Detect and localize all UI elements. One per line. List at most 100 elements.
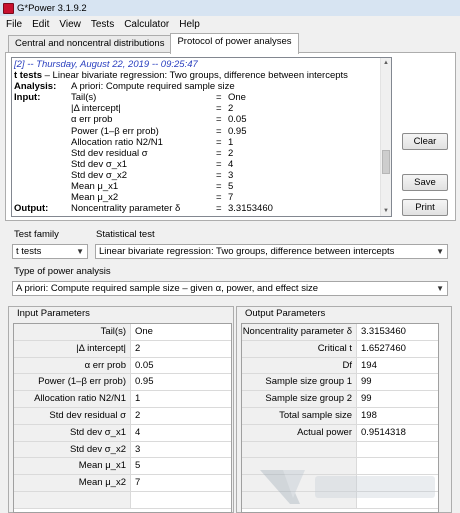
title-bar: G*Power 3.1.9.2 bbox=[0, 0, 460, 16]
param-value[interactable]: 0.9514318 bbox=[357, 425, 437, 441]
protocol-row: Allocation ratio N2/N1 = 1 bbox=[14, 137, 380, 148]
param-label: Tail(s) bbox=[14, 324, 131, 340]
power-analysis-label: Type of power analysis bbox=[14, 266, 111, 277]
table-row bbox=[14, 491, 231, 509]
protocol-param-name: α err prob bbox=[71, 114, 113, 126]
param-value[interactable]: 0.95 bbox=[131, 374, 231, 390]
table-row: Mean μ_x2 7 bbox=[14, 475, 231, 492]
statistical-test-select[interactable]: Linear bivariate regression: Two groups,… bbox=[95, 244, 448, 259]
protocol-analysis-value: A priori: Compute required sample size bbox=[71, 81, 235, 93]
protocol-param-value: 3.3153460 bbox=[228, 203, 273, 215]
param-value[interactable]: 7 bbox=[131, 475, 231, 491]
param-label: Sample size group 1 bbox=[242, 374, 357, 391]
scroll-thumb[interactable] bbox=[382, 150, 390, 174]
param-value[interactable]: One bbox=[131, 324, 231, 340]
param-value[interactable]: 0.05 bbox=[131, 358, 231, 374]
window-title: G*Power 3.1.9.2 bbox=[17, 2, 87, 14]
param-label: Sample size group 2 bbox=[242, 391, 357, 407]
chevron-down-icon: ▼ bbox=[436, 284, 444, 293]
table-row: Sample size group 1 99 bbox=[242, 374, 438, 392]
param-value[interactable]: 1 bbox=[131, 391, 231, 407]
param-value bbox=[131, 492, 231, 508]
table-row: Tail(s) One bbox=[14, 324, 231, 341]
protocol-section-label bbox=[14, 192, 71, 203]
param-value[interactable]: 99 bbox=[357, 374, 437, 390]
param-value[interactable]: 2 bbox=[131, 341, 231, 357]
protocol-row: |Δ intercept| = 2 bbox=[14, 103, 380, 114]
param-label bbox=[242, 441, 357, 458]
clear-button[interactable]: Clear bbox=[402, 133, 448, 150]
protocol-param-name: Noncentrality parameter δ bbox=[71, 203, 181, 215]
tab-central-noncentral-distributions[interactable]: Central and noncentral distributions bbox=[8, 35, 172, 53]
table-row bbox=[242, 491, 438, 509]
param-label bbox=[14, 491, 131, 508]
param-label: Critical t bbox=[242, 340, 357, 357]
table-row: Noncentrality parameter δ 3.3153460 bbox=[242, 324, 438, 341]
param-label: Std dev residual σ bbox=[14, 407, 131, 424]
output-parameters-title: Output Parameters bbox=[245, 308, 326, 319]
input-parameters-title: Input Parameters bbox=[17, 308, 90, 319]
menu-view[interactable]: View bbox=[54, 19, 86, 30]
table-row bbox=[242, 441, 438, 459]
output-parameters-group: Output Parameters Noncentrality paramete… bbox=[236, 306, 452, 513]
param-label: Std dev σ_x1 bbox=[14, 424, 131, 441]
protocol-param-value: 1 bbox=[228, 136, 234, 148]
menu-edit[interactable]: Edit bbox=[27, 19, 54, 30]
table-row: Std dev σ_x1 4 bbox=[14, 424, 231, 442]
protocol-row: Std dev σ_x1 = 4 bbox=[14, 159, 380, 170]
menu-file[interactable]: File bbox=[0, 19, 27, 30]
protocol-row: Input: Tail(s) = One bbox=[14, 92, 380, 103]
table-row: |Δ intercept| 2 bbox=[14, 340, 231, 358]
param-label: Std dev σ_x2 bbox=[14, 441, 131, 458]
input-parameters-table: Tail(s) One |Δ intercept| 2 α err prob 0.05 Po… bbox=[13, 323, 232, 513]
param-label bbox=[242, 491, 357, 508]
table-row: Critical t 1.6527460 bbox=[242, 340, 438, 358]
protocol-param-value: 2 bbox=[228, 147, 234, 159]
protocol-param-value: 5 bbox=[228, 181, 234, 193]
protocol-analysis-label: Analysis: bbox=[14, 81, 57, 93]
power-analysis-value: A priori: Compute required sample size –… bbox=[16, 283, 319, 294]
protocol-param-name: Std dev σ_x2 bbox=[71, 169, 128, 181]
menu-help[interactable]: Help bbox=[174, 19, 205, 30]
param-value[interactable]: 99 bbox=[357, 391, 437, 407]
param-label bbox=[242, 458, 357, 475]
protocol-text-area[interactable]: [2] -- Thursday, August 22, 2019 -- 09:2… bbox=[11, 57, 392, 217]
chevron-down-icon: ▼ bbox=[436, 247, 444, 256]
print-button[interactable]: Print bbox=[402, 199, 448, 216]
protocol-param-value: 3 bbox=[228, 169, 234, 181]
protocol-equals-sign: = bbox=[216, 125, 222, 137]
param-value[interactable]: 4 bbox=[131, 425, 231, 441]
tab-protocol-of-power-analyses[interactable]: Protocol of power analyses bbox=[170, 33, 299, 54]
param-value[interactable]: 5 bbox=[131, 458, 231, 474]
protocol-header: [2] -- Thursday, August 22, 2019 -- 09:2… bbox=[14, 59, 198, 70]
scroll-down-arrow-icon[interactable]: ▼ bbox=[381, 206, 391, 216]
scroll-up-arrow-icon[interactable]: ▲ bbox=[381, 58, 391, 68]
param-value[interactable]: 1.6527460 bbox=[357, 341, 437, 357]
menu-calculator[interactable]: Calculator bbox=[119, 19, 174, 30]
param-value[interactable]: 3 bbox=[131, 442, 231, 458]
param-value[interactable]: 3.3153460 bbox=[357, 324, 437, 340]
protocol-scrollbar[interactable]: ▲ ▼ bbox=[380, 58, 391, 216]
input-parameters-group: Input Parameters Tail(s) One |Δ intercept|… bbox=[8, 306, 234, 513]
table-row: Power (1–β err prob) 0.95 bbox=[14, 374, 231, 392]
protocol-section-label bbox=[14, 114, 71, 125]
protocol-rows: Input: Tail(s) = One |Δ intercept| = 2 α err pr… bbox=[14, 92, 380, 214]
power-analysis-select[interactable]: A priori: Compute required sample size –… bbox=[12, 281, 448, 296]
protocol-section-label bbox=[14, 170, 71, 181]
protocol-section-label bbox=[14, 126, 71, 137]
output-parameters-table: Noncentrality parameter δ 3.3153460 Critic… bbox=[241, 323, 439, 513]
protocol-param-value: 0.95 bbox=[228, 125, 247, 137]
param-value[interactable]: 2 bbox=[131, 408, 231, 424]
param-value[interactable]: 198 bbox=[357, 408, 437, 424]
menu-bar: File Edit View Tests Calculator Help bbox=[0, 16, 460, 32]
protocol-section-label bbox=[14, 103, 71, 114]
protocol-equals-sign: = bbox=[216, 136, 222, 148]
protocol-param-name: Tail(s) bbox=[71, 92, 97, 104]
protocol-test-name: – Linear bivariate regression: Two group… bbox=[41, 70, 348, 82]
menu-tests[interactable]: Tests bbox=[86, 19, 119, 30]
param-label: Allocation ratio N2/N1 bbox=[14, 391, 131, 407]
save-button[interactable]: Save bbox=[402, 174, 448, 191]
param-value[interactable]: 194 bbox=[357, 358, 437, 374]
protocol-equals-sign: = bbox=[216, 169, 222, 181]
test-family-select[interactable]: t tests ▼ bbox=[12, 244, 88, 259]
